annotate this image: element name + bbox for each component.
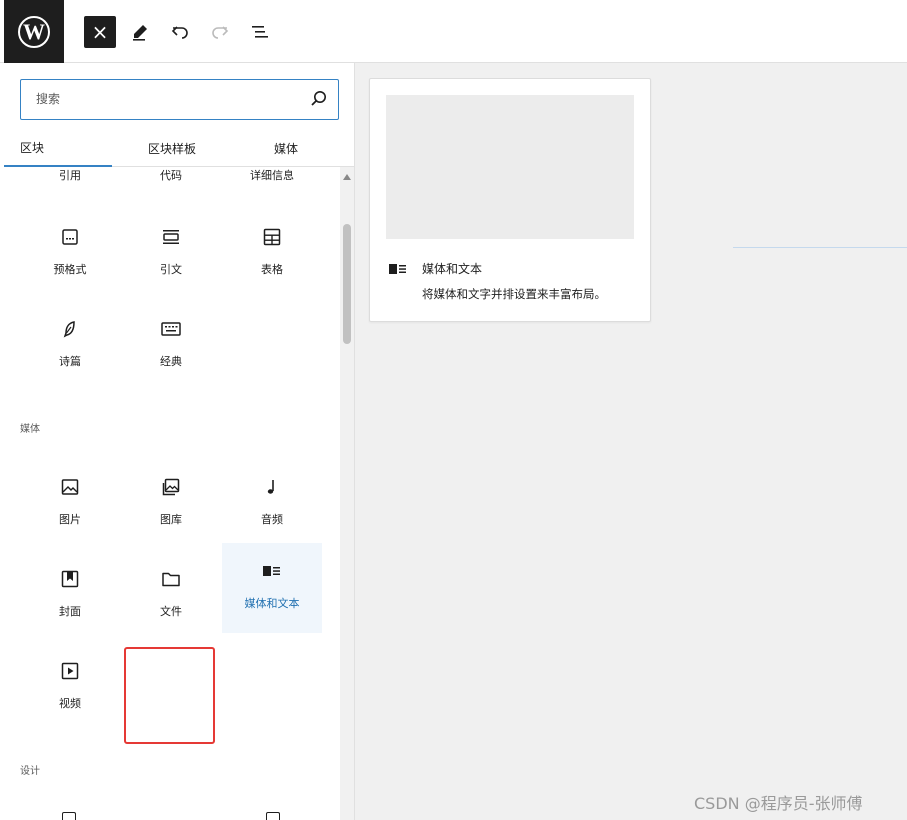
block-verse[interactable]: 诗篇: [20, 301, 120, 391]
block-preview-card: 媒体和文本 将媒体和文字并排设置来丰富布局。: [369, 78, 651, 322]
audio-icon: [260, 475, 284, 499]
block-audio[interactable]: 音频: [222, 459, 322, 549]
list-view-icon: [252, 26, 268, 38]
block-table[interactable]: 表格: [222, 209, 322, 299]
block-icon-partial: [62, 812, 76, 820]
wordpress-logo-button[interactable]: W: [4, 0, 64, 63]
block-preformatted[interactable]: 预格式: [20, 209, 120, 299]
verse-icon: [58, 317, 82, 341]
block-pullquote[interactable]: 引文: [121, 209, 221, 299]
scroll-up-arrow-icon[interactable]: [343, 174, 351, 180]
annotation-highlight-box: [124, 647, 215, 744]
pullquote-icon: [159, 225, 183, 249]
document-overview-button[interactable]: [244, 16, 276, 48]
tab-blocks[interactable]: 区块: [4, 129, 112, 167]
block-quote[interactable]: 引用: [20, 167, 120, 197]
media-text-icon: [260, 559, 284, 583]
editor-canvas: 媒体和文本 将媒体和文字并排设置来丰富布局。 CSDN @程序员-张师傅: [355, 63, 907, 820]
media-text-icon: [389, 264, 406, 274]
classic-icon: [159, 317, 183, 341]
wordpress-logo-icon: W: [18, 15, 50, 48]
redo-icon: [212, 26, 229, 39]
tab-patterns[interactable]: 区块样板: [112, 129, 232, 167]
block-code[interactable]: 代码: [121, 167, 221, 197]
tools-button[interactable]: [124, 16, 156, 48]
table-icon: [260, 225, 284, 249]
block-classic[interactable]: 经典: [121, 301, 221, 391]
watermark: CSDN @程序员-张师傅: [694, 794, 863, 813]
category-title-media: 媒体: [20, 424, 40, 435]
block-list: 引用 代码 详细信息 预格式 引文 表格 诗篇 经典 媒体 图片 图库 音频 封…: [4, 167, 340, 820]
block-icon-partial: [266, 812, 280, 820]
redo-button[interactable]: [204, 16, 236, 48]
gallery-icon: [159, 475, 183, 499]
block-inserter-panel: 区块 区块样板 媒体 引用 代码 详细信息 预格式 引文 表格 诗: [4, 63, 355, 820]
block-image[interactable]: 图片: [20, 459, 120, 549]
block-video[interactable]: 视频: [20, 643, 120, 733]
search-input[interactable]: [22, 81, 302, 117]
editor-header: W ×: [0, 0, 907, 63]
scrollbar-thumb[interactable]: [343, 224, 351, 344]
category-title-design: 设计: [20, 766, 40, 777]
tab-media[interactable]: 媒体: [232, 129, 340, 167]
block-details[interactable]: 详细信息: [222, 167, 322, 197]
block-gallery[interactable]: 图库: [121, 459, 221, 549]
block-file[interactable]: 文件: [121, 551, 221, 641]
scrollbar[interactable]: [340, 167, 354, 820]
search-icon[interactable]: [310, 90, 328, 108]
inserter-tabs: 区块 区块样板 媒体: [4, 129, 354, 167]
folder-icon: [159, 567, 183, 591]
image-icon: [58, 475, 82, 499]
cover-icon: [58, 567, 82, 591]
block-media-text[interactable]: 媒体和文本: [222, 543, 322, 633]
close-icon: ×: [91, 20, 109, 44]
close-inserter-button[interactable]: ×: [84, 16, 116, 48]
search-box: [20, 79, 339, 120]
video-icon: [58, 659, 82, 683]
pencil-icon: [133, 25, 147, 41]
undo-icon: [171, 26, 188, 39]
preformatted-icon: [58, 225, 82, 249]
preview-block-title: 媒体和文本: [422, 262, 483, 276]
block-cover[interactable]: 封面: [20, 551, 120, 641]
insertion-indicator: [733, 247, 907, 248]
preview-media-placeholder: [386, 95, 634, 239]
preview-block-description: 将媒体和文字并排设置来丰富布局。: [422, 287, 606, 301]
undo-button[interactable]: [164, 16, 196, 48]
